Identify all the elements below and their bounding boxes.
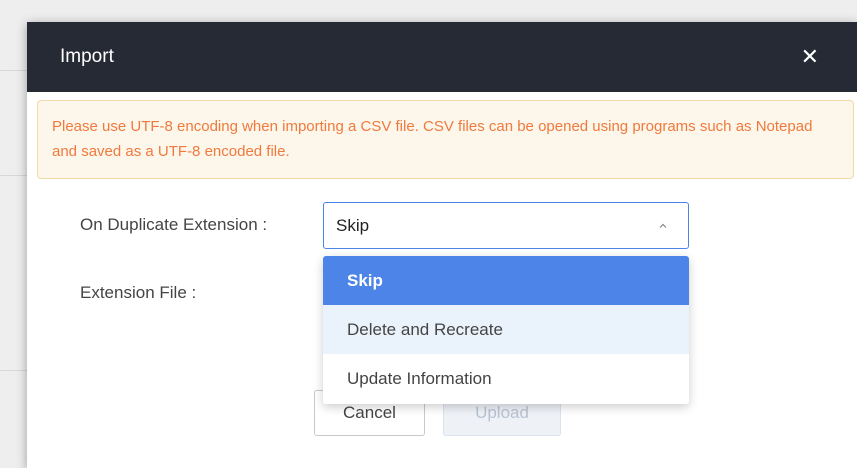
- dialog-title: Import: [60, 46, 114, 67]
- extension-file-label: Extension File :: [80, 283, 197, 302]
- dropdown-option-skip[interactable]: Skip: [323, 256, 689, 305]
- duplicate-extension-dropdown: Skip Delete and Recreate Update Informat…: [323, 256, 689, 404]
- import-dialog: Import ✕ Please use UTF-8 encoding when …: [27, 22, 857, 468]
- utf8-notice: Please use UTF-8 encoding when importing…: [37, 100, 854, 179]
- duplicate-extension-select[interactable]: Skip: [323, 202, 689, 249]
- close-icon[interactable]: ✕: [801, 46, 819, 68]
- background-divider: [0, 70, 30, 71]
- notice-text: Please use UTF-8 encoding when importing…: [52, 118, 813, 160]
- duplicate-extension-label: On Duplicate Extension :: [80, 215, 268, 234]
- select-value: Skip: [336, 215, 370, 235]
- background-divider: [0, 370, 30, 371]
- dropdown-option-delete-and-recreate[interactable]: Delete and Recreate: [323, 305, 689, 354]
- background-divider: [0, 175, 30, 176]
- dropdown-option-update-information[interactable]: Update Information: [323, 354, 689, 403]
- dialog-header: Import ✕: [27, 22, 857, 92]
- chevron-up-icon: [659, 223, 667, 228]
